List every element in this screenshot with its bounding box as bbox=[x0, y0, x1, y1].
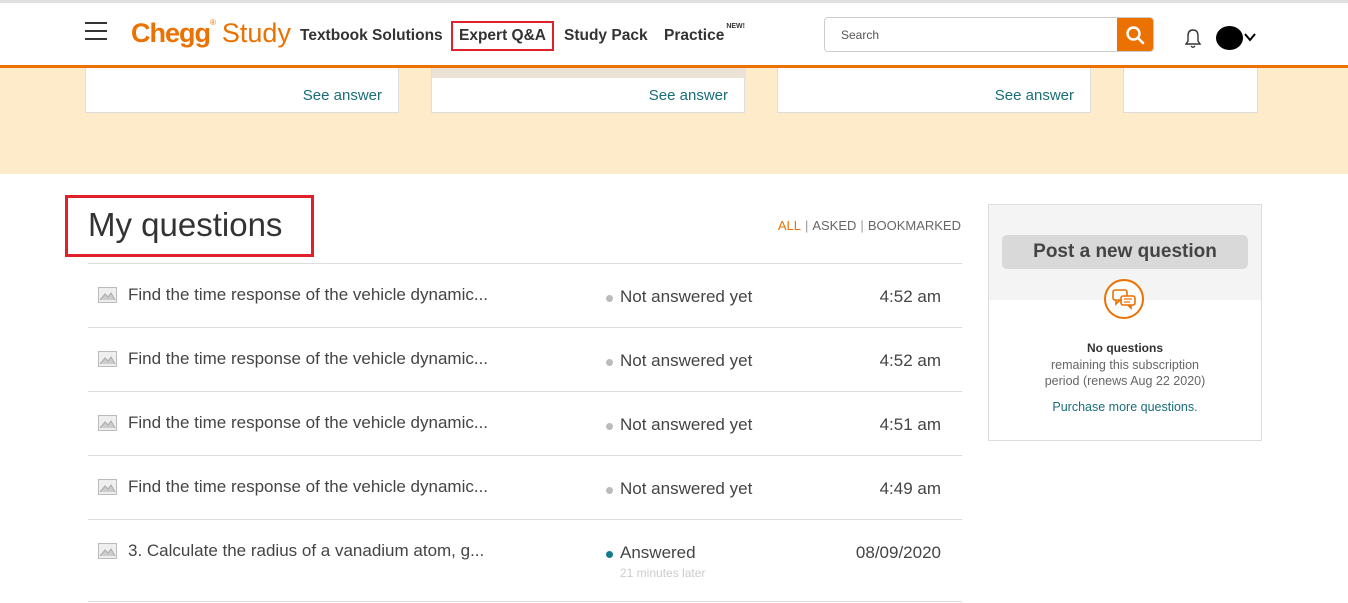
answer-card-partial[interactable] bbox=[1123, 68, 1258, 113]
question-status: Not answered yet bbox=[620, 287, 753, 306]
menu-icon[interactable] bbox=[85, 22, 107, 40]
post-question-button[interactable]: Post a new question bbox=[1002, 235, 1248, 269]
question-time: 4:52 am bbox=[879, 287, 941, 306]
image-icon bbox=[98, 415, 117, 431]
question-time: 4:51 am bbox=[879, 415, 941, 434]
see-answer-link[interactable]: See answer bbox=[303, 87, 382, 104]
question-text[interactable]: Find the time response of the vehicle dy… bbox=[128, 413, 488, 433]
image-icon bbox=[98, 543, 117, 559]
nav-expert-qa[interactable]: Expert Q&A bbox=[451, 21, 554, 51]
nav-textbook-solutions[interactable]: Textbook Solutions bbox=[300, 27, 443, 45]
filter-bookmarked[interactable]: BOOKMARKED bbox=[868, 218, 961, 233]
status-dot bbox=[606, 423, 613, 430]
see-answer-link[interactable]: See answer bbox=[995, 87, 1074, 104]
question-time: 4:52 am bbox=[879, 351, 941, 370]
status-dot bbox=[606, 295, 613, 302]
search-button[interactable] bbox=[1117, 18, 1153, 51]
question-row[interactable]: Find the time response of the vehicle dy… bbox=[88, 264, 962, 328]
filter-asked[interactable]: ASKED bbox=[812, 218, 856, 233]
nav-practice[interactable]: PracticeNEW! bbox=[664, 23, 745, 45]
bell-icon[interactable] bbox=[1183, 28, 1203, 50]
question-text[interactable]: Find the time response of the vehicle dy… bbox=[128, 349, 488, 369]
question-text[interactable]: Find the time response of the vehicle dy… bbox=[128, 477, 488, 497]
image-icon bbox=[98, 479, 117, 495]
avatar[interactable] bbox=[1216, 26, 1243, 50]
card-image bbox=[432, 68, 746, 78]
top-header: Chegg® Study Textbook Solutions Expert Q&… bbox=[0, 0, 1348, 68]
status-dot bbox=[606, 551, 613, 558]
new-badge: NEW! bbox=[726, 23, 745, 30]
no-questions-label: No questions bbox=[1086, 341, 1163, 355]
question-row[interactable]: 3. Calculate the radius of a vanadium at… bbox=[88, 520, 962, 602]
page-title: My questions bbox=[88, 206, 283, 243]
question-row[interactable]: Find the time response of the vehicle dy… bbox=[88, 456, 962, 520]
filter-all[interactable]: ALL bbox=[778, 218, 801, 233]
image-icon bbox=[98, 287, 117, 303]
chevron-down-icon[interactable] bbox=[1243, 30, 1257, 44]
answered-time-note: 21 minutes later bbox=[620, 566, 706, 580]
search-icon bbox=[1126, 25, 1145, 44]
chat-bubbles-icon bbox=[1104, 279, 1144, 319]
nav-study-pack[interactable]: Study Pack bbox=[564, 27, 648, 45]
chegg-study-logo[interactable]: Chegg® Study bbox=[131, 18, 291, 49]
recommended-answers-banner: See answer See answer See answer bbox=[0, 68, 1348, 174]
status-dot bbox=[606, 487, 613, 494]
answer-card[interactable]: See answer bbox=[431, 68, 746, 113]
questions-list: Find the time response of the vehicle dy… bbox=[88, 263, 962, 602]
question-status: Not answered yet bbox=[620, 351, 753, 370]
question-row[interactable]: Find the time response of the vehicle dy… bbox=[88, 328, 962, 392]
search-input[interactable] bbox=[825, 18, 1118, 51]
question-status: Not answered yet bbox=[620, 415, 753, 434]
question-status: Not answered yet bbox=[620, 479, 753, 498]
question-text[interactable]: 3. Calculate the radius of a vanadium at… bbox=[128, 541, 484, 561]
answer-card[interactable]: See answer bbox=[777, 68, 1091, 113]
purchase-more-link[interactable]: Purchase more questions. bbox=[989, 400, 1261, 414]
answer-card[interactable]: See answer bbox=[85, 68, 399, 113]
question-row[interactable]: Find the time response of the vehicle dy… bbox=[88, 392, 962, 456]
question-text[interactable]: Find the time response of the vehicle dy… bbox=[128, 285, 488, 305]
question-filters: ALL | ASKED | BOOKMARKED bbox=[777, 218, 961, 233]
search-box bbox=[824, 17, 1154, 52]
status-dot bbox=[606, 359, 613, 366]
question-time: 08/09/2020 bbox=[855, 543, 941, 562]
post-question-panel: Post a new question No questions remaini… bbox=[988, 204, 1262, 441]
remaining-text: remaining this subscription period (rene… bbox=[1044, 358, 1206, 388]
see-answer-link[interactable]: See answer bbox=[649, 87, 728, 104]
image-icon bbox=[98, 351, 117, 367]
question-time: 4:49 am bbox=[879, 479, 941, 498]
question-status: Answered bbox=[620, 543, 696, 562]
